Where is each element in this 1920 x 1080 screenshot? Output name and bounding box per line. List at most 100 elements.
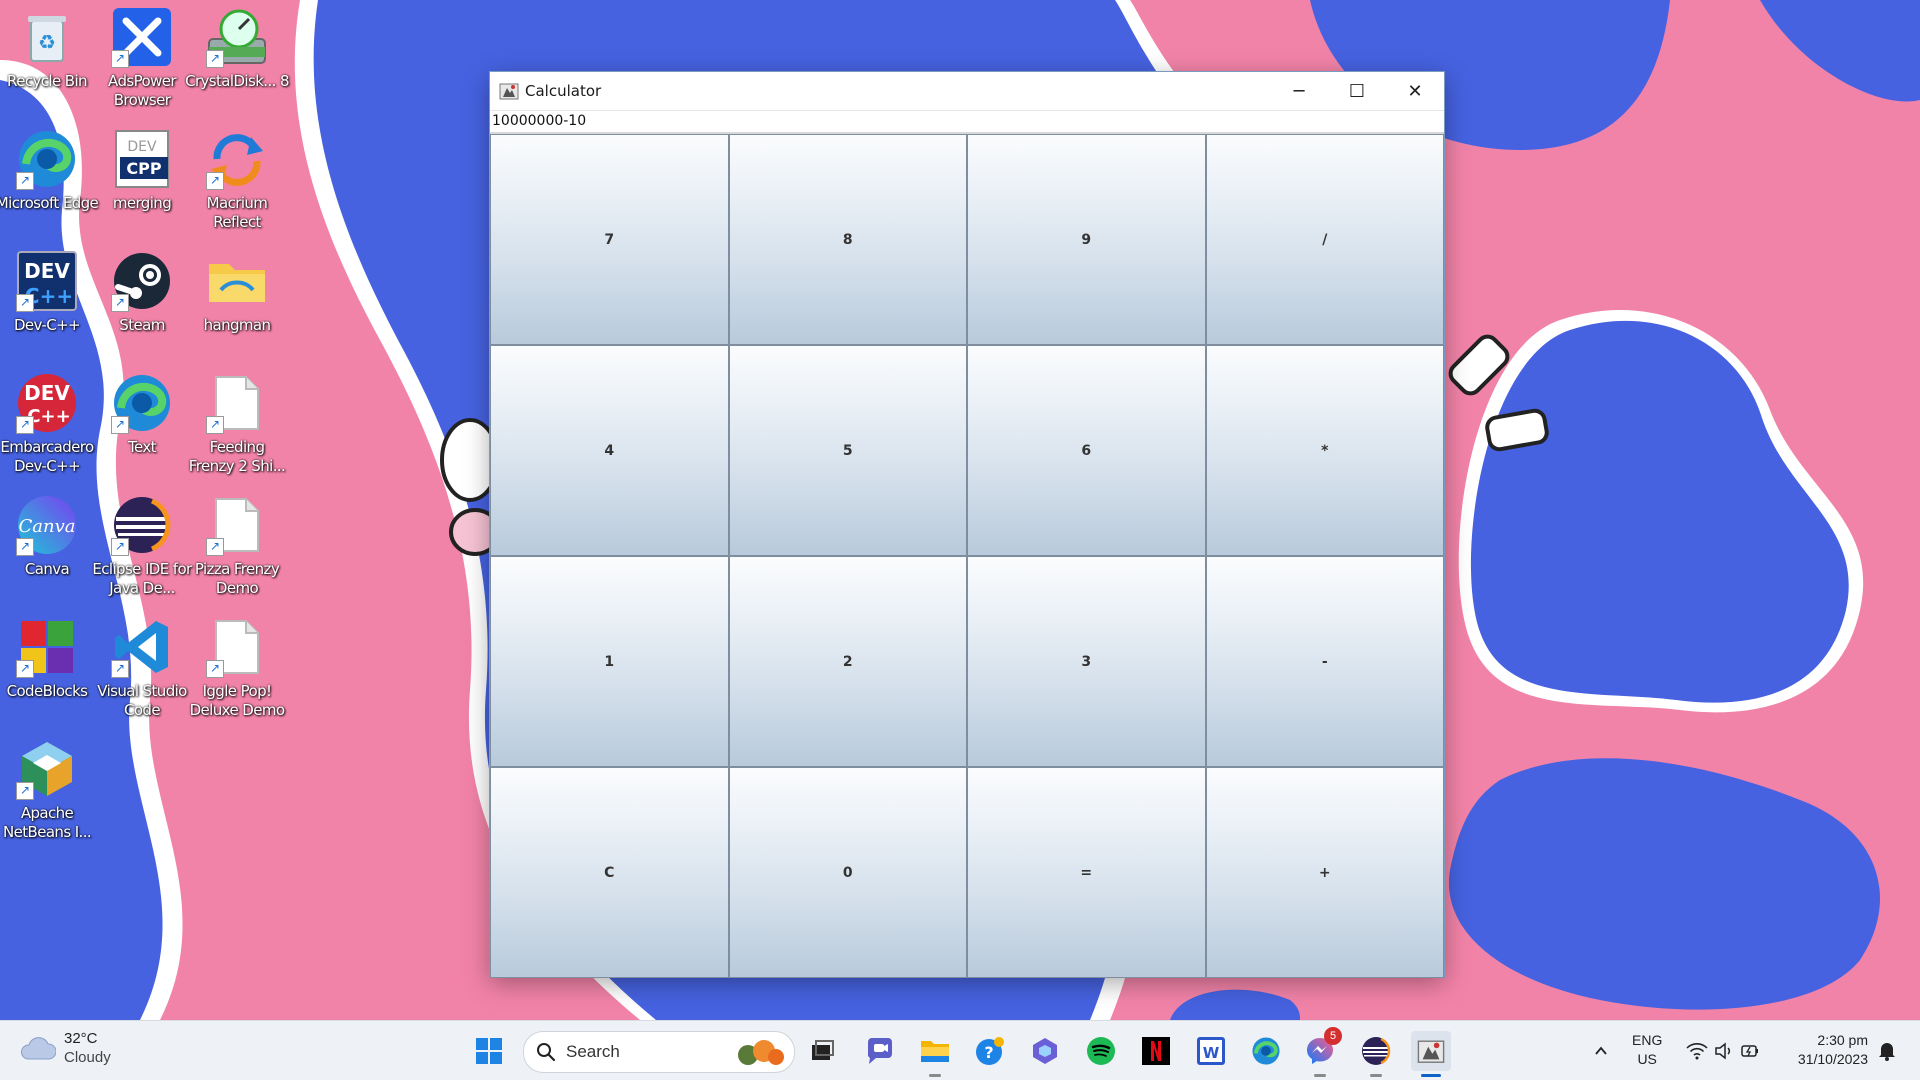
desktop-icon-codeblocks[interactable]: ↗ CodeBlocks <box>0 612 94 730</box>
chat-button[interactable] <box>859 1031 899 1071</box>
desktop-icon-feeding-frenzy[interactable]: ↗ Feeding Frenzy 2 Shi... <box>189 368 286 486</box>
embarcadero-icon: DEV C++ ↗ <box>16 372 78 434</box>
key-add[interactable]: + <box>1205 767 1444 978</box>
desktop-icon-steam[interactable]: ↗ Steam <box>95 246 189 364</box>
key-3[interactable]: 3 <box>967 556 1206 767</box>
minimize-button[interactable]: ─ <box>1270 72 1328 110</box>
desktop-icon-dev-cpp[interactable]: DEV C++ ↗ Dev-C++ <box>0 246 94 364</box>
key-9[interactable]: 9 <box>967 134 1206 345</box>
window-title: Calculator <box>525 82 602 100</box>
desktop-icon-label: Embarcadero Dev-C++ <box>0 438 94 475</box>
key-8[interactable]: 8 <box>728 134 967 345</box>
search-placeholder: Search <box>566 1042 620 1061</box>
spotify-button[interactable] <box>1081 1031 1121 1071</box>
svg-text:DEV: DEV <box>24 381 70 405</box>
show-hidden-icons-button[interactable] <box>1581 1031 1621 1071</box>
desktop-icon-label: Feeding Frenzy 2 Shi... <box>188 438 286 475</box>
vscode-icon: ↗ <box>111 616 173 678</box>
file-icon: ↗ <box>206 494 268 556</box>
maximize-button[interactable]: ☐ <box>1328 72 1386 110</box>
desktop-icon-recycle-bin[interactable]: ♻ Recycle Bin <box>0 2 94 120</box>
start-button[interactable] <box>469 1031 509 1071</box>
calculator-taskbar-button[interactable] <box>1411 1031 1451 1077</box>
key-0[interactable]: 0 <box>728 767 967 978</box>
edge-taskbar-button[interactable] <box>1246 1031 1286 1071</box>
desktop-icon-canva[interactable]: Canva ↗ Canva <box>0 490 94 608</box>
eclipse-icon: ↗ <box>111 494 173 556</box>
taskbar-search-box[interactable]: Search <box>523 1031 795 1073</box>
close-button[interactable]: ✕ <box>1386 72 1444 110</box>
desktop-icon-merging[interactable]: DEV CPP merging <box>95 124 189 242</box>
window-controls: ─ ☐ ✕ <box>1270 72 1444 110</box>
messenger-button[interactable]: 5 <box>1300 1027 1342 1077</box>
calculator-app-icon <box>499 83 519 100</box>
calculator-display[interactable]: 10000000-10 <box>490 111 1444 134</box>
desktop-icon-apache-netbeans[interactable]: ↗ Apache NetBeans I... <box>0 734 94 852</box>
desktop-icon-adspower-browser[interactable]: ↗ AdsPower Browser <box>95 2 189 120</box>
spotify-icon <box>1087 1037 1115 1065</box>
word-button[interactable]: W <box>1191 1031 1231 1071</box>
key-equals[interactable]: = <box>967 767 1206 978</box>
taskbar-clock[interactable]: 2:30 pm 31/10/2023 <box>1782 1031 1868 1069</box>
desktop-icon-macrium-reflect[interactable]: ↗ Macrium Reflect <box>190 124 284 242</box>
running-indicator <box>1314 1074 1326 1077</box>
desktop-icon-hangman[interactable]: hangman <box>190 246 284 364</box>
desktop-icon-embarcadero-dev-cpp[interactable]: DEV C++ ↗ Embarcadero Dev-C++ <box>0 368 94 486</box>
desktop-icon-text[interactable]: ↗ Text <box>95 368 189 486</box>
running-indicator <box>1370 1074 1382 1077</box>
desktop-icon-visual-studio-code[interactable]: ↗ Visual Studio Code <box>95 612 189 730</box>
desktop-icon-iggle-pop[interactable]: ↗ Iggle Pop! Deluxe Demo <box>190 612 285 730</box>
netflix-button[interactable] <box>1136 1031 1176 1071</box>
netbeans-icon: ↗ <box>16 738 78 800</box>
notifications-button[interactable] <box>1872 1031 1902 1071</box>
eclipse-taskbar-button[interactable] <box>1356 1031 1396 1077</box>
cloud-icon <box>21 1037 56 1060</box>
task-view-button[interactable] <box>802 1031 842 1071</box>
tips-button[interactable]: ? <box>970 1031 1010 1071</box>
key-5[interactable]: 5 <box>728 345 967 556</box>
desktop-icon-eclipse-ide[interactable]: ↗ Eclipse IDE for Java De... <box>92 490 192 608</box>
start-icon <box>476 1038 502 1064</box>
shortcut-arrow-icon: ↗ <box>111 660 129 678</box>
desktop-icon-microsoft-edge[interactable]: ↗ Microsoft Edge <box>0 124 99 242</box>
bell-icon <box>1879 1043 1895 1061</box>
svg-text:CPP: CPP <box>126 159 161 178</box>
shortcut-arrow-icon: ↗ <box>111 50 129 68</box>
shortcut-arrow-icon: ↗ <box>111 538 129 556</box>
shortcut-arrow-icon: ↗ <box>206 172 224 190</box>
key-7[interactable]: 7 <box>490 134 729 345</box>
chevron-up-icon <box>1595 1046 1607 1055</box>
key-1[interactable]: 1 <box>490 556 729 767</box>
key-6[interactable]: 6 <box>967 345 1206 556</box>
language-code: ENG <box>1632 1032 1663 1048</box>
key-subtract[interactable]: - <box>1205 556 1444 767</box>
input-language-indicator[interactable]: ENG US <box>1632 1031 1662 1069</box>
edge-icon <box>1252 1037 1280 1065</box>
window-titlebar[interactable]: Calculator ─ ☐ ✕ <box>490 72 1444 111</box>
running-indicator <box>929 1074 941 1077</box>
key-2[interactable]: 2 <box>728 556 967 767</box>
shortcut-arrow-icon: ↗ <box>16 172 34 190</box>
adspower-icon: ↗ <box>111 6 173 68</box>
desktop-icon-label: Iggle Pop! Deluxe Demo <box>189 682 285 719</box>
key-clear[interactable]: C <box>490 767 729 978</box>
key-multiply[interactable]: * <box>1205 345 1444 556</box>
codeblocks-icon: ↗ <box>16 616 78 678</box>
file-explorer-button[interactable] <box>915 1031 955 1077</box>
quick-settings-button[interactable] <box>1683 1031 1763 1071</box>
active-indicator <box>1421 1074 1441 1077</box>
desktop-icon-label: Microsoft Edge <box>0 194 99 212</box>
shortcut-arrow-icon: ↗ <box>206 416 224 434</box>
desktop-icon-pizza-frenzy[interactable]: ↗ Pizza Frenzy Demo <box>190 490 284 608</box>
desktop-icon-label: AdsPower Browser <box>108 72 176 109</box>
desktop-icon-label: merging <box>112 194 172 212</box>
key-4[interactable]: 4 <box>490 345 729 556</box>
calculator-app-icon <box>1417 1040 1445 1063</box>
desktop-icon-crystaldisk[interactable]: ↗ CrystalDisk... 8 <box>185 2 290 120</box>
copilot-button[interactable] <box>1025 1031 1065 1071</box>
svg-text:Canva: Canva <box>19 516 76 537</box>
key-divide[interactable]: / <box>1205 134 1444 345</box>
desktop-icon-label: Macrium Reflect <box>206 194 268 231</box>
svg-text:DEV: DEV <box>24 259 70 283</box>
weather-widget[interactable]: 32°C Cloudy <box>20 1029 111 1067</box>
